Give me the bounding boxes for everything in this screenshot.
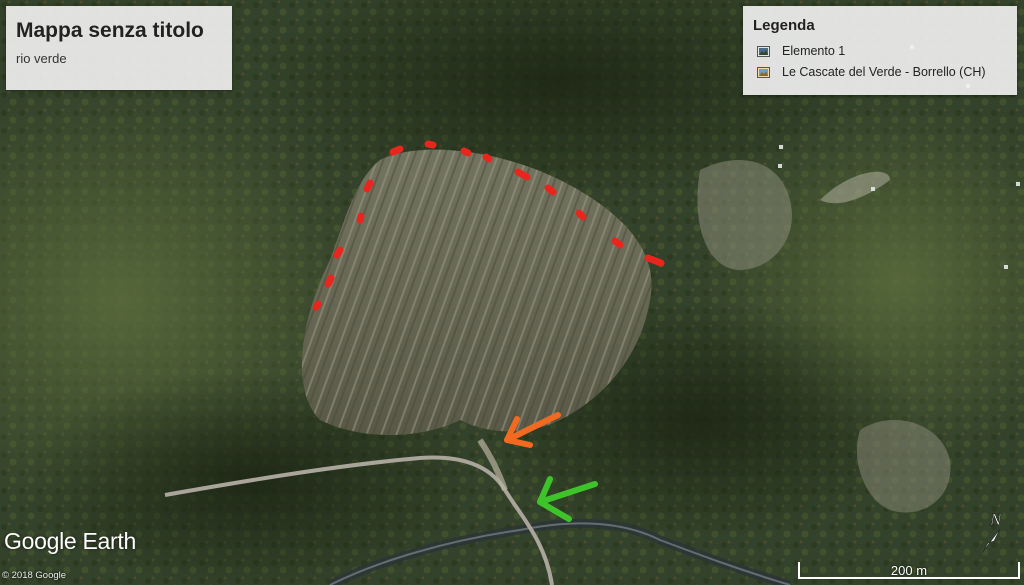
legend-item-label: Le Cascate del Verde - Borrello (CH) — [782, 65, 986, 79]
map-title-panel: Mappa senza titolo rio verde — [6, 6, 232, 90]
legend-panel: Legenda Elemento 1 Le Cascate del Verde … — [743, 6, 1017, 95]
google-earth-logo: Google Earth — [4, 528, 136, 554]
legend-item[interactable]: Elemento 1 — [757, 43, 845, 59]
map-subtitle: rio verde — [16, 51, 67, 66]
image-placemark-icon — [757, 45, 770, 57]
scale-bar: 200 m — [798, 562, 1020, 579]
copyright-text: © 2018 Google — [2, 570, 67, 581]
map-title: Mappa senza titolo — [16, 19, 204, 42]
photo-placemark-icon — [757, 66, 770, 78]
legend-heading: Legenda — [753, 17, 815, 34]
compass-label: N — [989, 510, 1003, 529]
scale-label: 200 m — [890, 563, 928, 578]
legend-item-label: Elemento 1 — [782, 44, 846, 58]
north-arrow-icon[interactable]: N — [974, 507, 1014, 557]
legend-item[interactable]: Le Cascate del Verde - Borrello (CH) — [757, 64, 986, 80]
